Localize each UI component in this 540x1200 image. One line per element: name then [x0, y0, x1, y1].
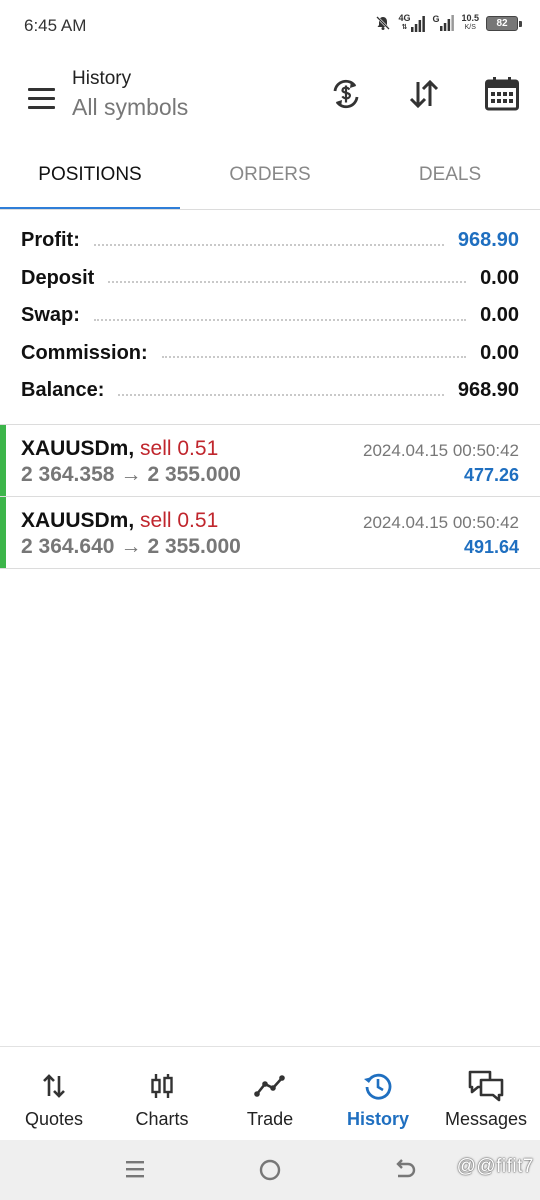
app-actions	[326, 74, 522, 114]
summary-row-commission: Commission: 0.00	[21, 335, 519, 373]
quotes-arrows-icon	[41, 1069, 67, 1103]
tab-orders[interactable]: ORDERS	[180, 150, 360, 210]
signal-icon	[440, 15, 455, 31]
row-divider	[0, 568, 540, 569]
summary-value: 0.00	[480, 266, 519, 289]
list-item[interactable]: XAUUSDm, sell 0.51 2 364.358 → 2 355.000 2…	[0, 425, 540, 496]
price-arrow: →	[120, 463, 142, 486]
dotted-leader	[93, 243, 444, 246]
deal-time: 2024.04.15 00:50:42	[363, 513, 519, 532]
dotted-leader	[118, 393, 444, 396]
hamburger-menu-icon[interactable]	[22, 78, 62, 118]
nav-messages[interactable]: Messages	[432, 1047, 540, 1140]
nav-label: Quotes	[24, 1109, 84, 1129]
close-price: 2 355.000	[147, 535, 241, 558]
deal-time: 2024.04.15 00:50:42	[363, 441, 519, 460]
watermark: @@fifit7	[456, 1156, 534, 1177]
nav-history[interactable]: History	[324, 1047, 432, 1140]
network-g: G	[432, 15, 455, 31]
summary-row-deposit: Deposit 0.00	[21, 260, 519, 298]
nav-label: History	[346, 1109, 409, 1129]
summary-label: Deposit	[21, 266, 95, 289]
sort-icon[interactable]	[404, 74, 444, 114]
profit-indicator-bar	[0, 425, 6, 496]
deal-profit: 491.64	[463, 537, 519, 557]
page-title: History	[72, 68, 132, 89]
nav-charts[interactable]: Charts	[108, 1047, 216, 1140]
nav-trade[interactable]: Trade	[216, 1047, 324, 1140]
mute-bell-icon	[375, 15, 391, 31]
summary-row-swap: Swap: 0.00	[21, 297, 519, 335]
signal-icon	[411, 16, 426, 32]
status-icons: 4G ⇅ G 10.5 K/S 82	[375, 13, 522, 32]
dotted-leader	[161, 356, 467, 359]
bottom-navigation: Quotes Charts Trade History Messages	[0, 1046, 540, 1140]
trade-line-icon	[254, 1069, 286, 1103]
nav-label: Charts	[135, 1109, 189, 1129]
deal-side: sell 0.51	[140, 509, 219, 532]
deal-prices: 2 364.640 → 2 355.000	[21, 535, 241, 559]
deal-symbol: XAUUSDm	[21, 509, 129, 532]
tab-positions[interactable]: POSITIONS	[0, 150, 180, 210]
summary-label: Swap:	[21, 304, 80, 327]
summary-value: 968.90	[457, 229, 519, 252]
summary-label: Commission:	[21, 341, 148, 364]
nav-label: Messages	[444, 1109, 528, 1129]
recent-apps-icon[interactable]	[124, 1158, 146, 1185]
open-price: 2 364.640	[21, 535, 115, 558]
summary-panel: Profit: 968.90 Deposit 0.00 Swap: 0.00 C…	[21, 222, 519, 410]
deal-profit: 477.26	[463, 465, 519, 485]
messages-chat-icon	[467, 1069, 505, 1103]
nav-quotes[interactable]: Quotes	[0, 1047, 108, 1140]
close-price: 2 355.000	[147, 463, 241, 486]
battery-icon: 82	[486, 15, 522, 31]
candlestick-chart-icon	[148, 1069, 176, 1103]
history-clock-icon	[362, 1069, 394, 1103]
profit-indicator-bar	[0, 497, 6, 568]
deal-symbol-line: XAUUSDm, sell 0.51	[21, 437, 219, 460]
dotted-leader	[93, 318, 467, 321]
status-bar: 6:45 AM 4G ⇅ G 10.5 K/S 82	[0, 0, 540, 54]
list-item[interactable]: XAUUSDm, sell 0.51 2 364.640 → 2 355.000 2…	[0, 497, 540, 568]
calendar-icon[interactable]	[482, 74, 522, 114]
title-block[interactable]: History All symbols	[72, 68, 188, 121]
tabs-divider	[0, 209, 540, 210]
summary-value: 0.00	[480, 304, 519, 327]
nav-label: Trade	[246, 1109, 294, 1129]
dotted-leader	[108, 281, 467, 284]
home-icon[interactable]	[258, 1158, 282, 1187]
network-4g: 4G ⇅	[398, 14, 426, 32]
network-speed: 10.5 K/S	[461, 13, 479, 32]
system-navigation-bar: @@fifit7	[0, 1140, 540, 1200]
back-icon[interactable]	[393, 1158, 417, 1187]
history-tabs: POSITIONS ORDERS DEALS	[0, 150, 540, 210]
symbol-filter: All symbols	[72, 94, 189, 120]
app-bar: History All symbols	[0, 56, 540, 140]
summary-label: Balance:	[21, 379, 105, 402]
summary-value: 968.90	[457, 379, 519, 402]
deal-symbol: XAUUSDm	[21, 437, 129, 460]
deal-symbol-line: XAUUSDm, sell 0.51	[21, 509, 219, 532]
summary-row-balance: Balance: 968.90	[21, 372, 519, 410]
summary-label: Profit:	[21, 229, 80, 252]
status-time: 6:45 AM	[24, 16, 87, 35]
open-price: 2 364.358	[21, 463, 115, 486]
tab-deals[interactable]: DEALS	[360, 150, 540, 210]
deal-prices: 2 364.358 → 2 355.000	[21, 463, 241, 487]
deal-side: sell 0.51	[140, 437, 219, 460]
summary-value: 0.00	[480, 341, 519, 364]
currency-exchange-icon[interactable]	[326, 74, 366, 114]
price-arrow: →	[120, 535, 142, 558]
summary-row-profit: Profit: 968.90	[21, 222, 519, 260]
